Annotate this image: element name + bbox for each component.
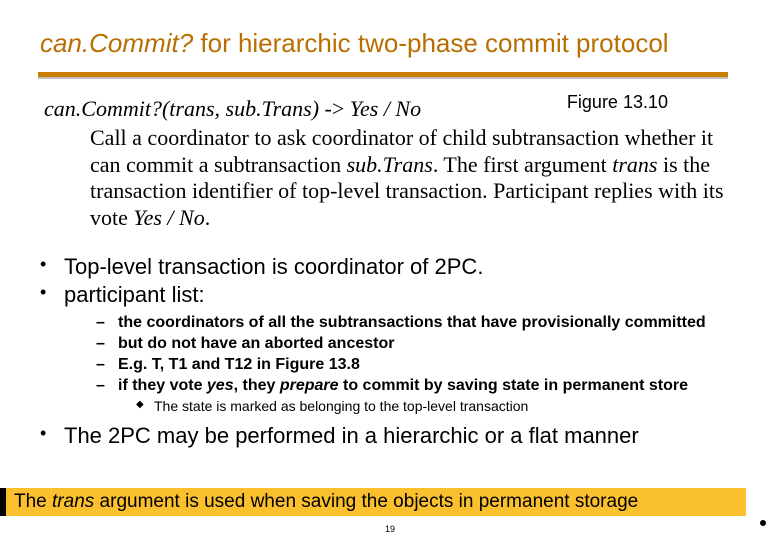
title-rest: for hierarchic two-phase commit protocol (193, 28, 668, 58)
footnote-lead2: argument is used when saving the objects… (94, 491, 638, 512)
definition-block: can.Commit?(trans, sub.Trans) -> Yes / N… (44, 96, 726, 232)
definition-signature: can.Commit?(trans, sub.Trans) -> Yes / N… (44, 96, 421, 121)
sub-bullet: the coordinators of all the subtransacti… (96, 313, 740, 333)
slide-title: can.Commit? for hierarchic two-phase com… (40, 28, 669, 59)
def-args: (trans, sub.Trans) (162, 96, 319, 121)
sub4-pre: if they vote (118, 377, 207, 394)
sub-bullet-list: the coordinators of all the subtransacti… (96, 313, 740, 416)
def-desc-mid: . The first argument (433, 152, 612, 177)
sub4-mid: , they (234, 377, 280, 394)
def-arrow: -> (319, 96, 350, 121)
def-tail: Yes / No (350, 96, 421, 121)
sub-sub-bullet-list: The state is marked as belonging to the … (136, 398, 740, 416)
slide: can.Commit? for hierarchic two-phase com… (0, 0, 780, 540)
footnote-bar: The trans argument is used when saving t… (6, 488, 746, 516)
title-underline (38, 72, 728, 77)
bullet-list: Top-level transaction is coordinator of … (36, 254, 740, 452)
sub4-post: to commit by saving state in permanent s… (339, 377, 688, 394)
title-fn: can.Commit? (40, 28, 193, 58)
sub-bullet-vote: if they vote yes, they prepare to commit… (96, 376, 740, 396)
definition-description: Call a coordinator to ask coordinator of… (90, 125, 726, 232)
sub-sub-bullet: The state is marked as belonging to the … (136, 398, 740, 416)
sub4-yes: yes (207, 377, 234, 394)
page-number: 19 (0, 524, 780, 534)
def-yesno: Yes / No (133, 205, 204, 230)
footnote-trans: trans (52, 491, 94, 512)
bullet-top-level: Top-level transaction is coordinator of … (36, 254, 740, 280)
sub-bullet: but do not have an aborted ancestor (96, 334, 740, 354)
def-fn: can.Commit? (44, 96, 162, 121)
def-desc-end: . (205, 205, 211, 230)
sub-bullet: E.g. T, T1 and T12 in Figure 13.8 (96, 355, 740, 375)
sub4-prepare: prepare (280, 377, 339, 394)
def-subtrans: sub.Trans (347, 152, 433, 177)
bullet-participant-list: participant list: (36, 282, 740, 308)
bullet-2pc-manner: The 2PC may be performed in a hierarchic… (36, 423, 740, 449)
footnote-lead1: The (14, 491, 52, 512)
def-trans: trans (612, 152, 657, 177)
